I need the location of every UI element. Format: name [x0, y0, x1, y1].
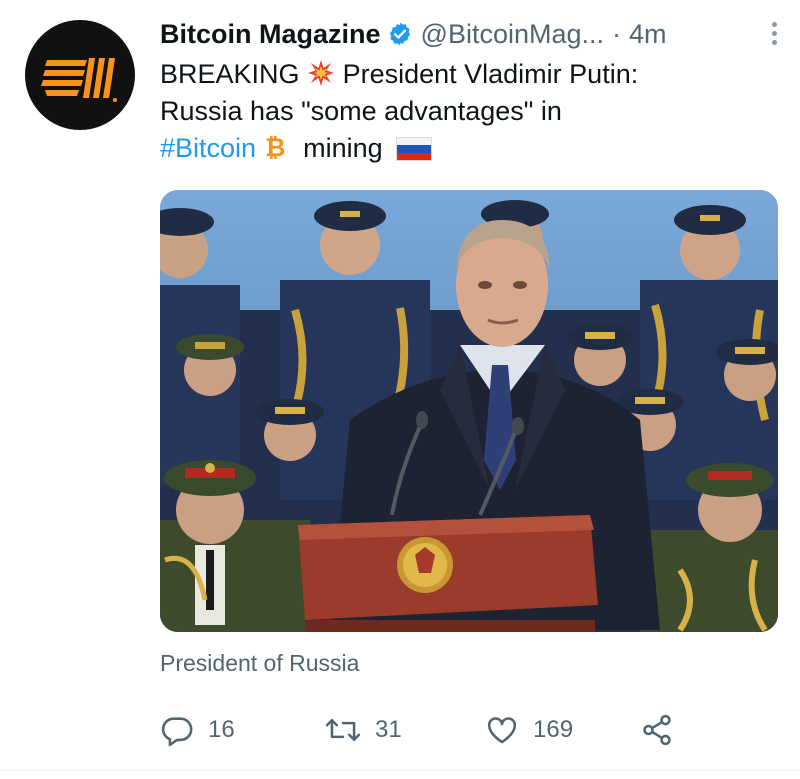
share-button[interactable]	[640, 708, 674, 752]
tweet-line-1: BREAKING President Vladimir Putin:	[160, 56, 780, 93]
tweet-card[interactable]: Bitcoin Magazine @BitcoinMag... · 4m BRE…	[0, 0, 800, 779]
like-button[interactable]: 169	[485, 708, 573, 752]
mining-word: mining	[303, 133, 383, 163]
tweet-header: Bitcoin Magazine @BitcoinMag... · 4m	[160, 14, 780, 54]
hashtag-link[interactable]: #Bitcoin	[160, 133, 256, 163]
svg-text:₿: ₿	[265, 133, 285, 161]
reply-icon	[161, 717, 193, 747]
reply-button[interactable]: 16	[160, 708, 235, 752]
bitcoin-magazine-logo	[41, 58, 117, 102]
breaking-headline: President Vladimir Putin:	[342, 59, 639, 89]
russia-flag-emoji	[396, 137, 433, 161]
like-icon	[487, 717, 517, 744]
retweet-icon	[325, 719, 361, 741]
avatar[interactable]	[25, 20, 135, 130]
tweet-text: BREAKING President Vladimir Putin: Russi…	[160, 56, 780, 167]
divider	[0, 770, 800, 771]
tweet-line-2: Russia has "some advantages" in	[160, 96, 562, 126]
author-name[interactable]: Bitcoin Magazine	[160, 19, 381, 50]
more-icon[interactable]	[770, 22, 778, 48]
retweet-count: 31	[375, 716, 402, 743]
timestamp[interactable]: 4m	[629, 19, 667, 50]
putin-speech-photo	[160, 190, 778, 632]
like-count: 169	[533, 716, 574, 743]
media-source-label[interactable]: President of Russia	[160, 650, 359, 677]
collision-emoji	[308, 60, 335, 86]
tweet-line-3: #Bitcoin ₿ mining	[160, 130, 780, 167]
tweet-photo[interactable]	[160, 190, 778, 632]
share-icon	[643, 714, 671, 746]
author-handle[interactable]: @BitcoinMag...	[421, 19, 604, 50]
bitcoin-emoji: ₿	[265, 133, 285, 161]
separator-dot: ·	[612, 18, 622, 49]
reply-count: 16	[208, 716, 235, 743]
breaking-label: BREAKING	[160, 59, 300, 89]
retweet-button[interactable]: 31	[325, 708, 402, 752]
tweet-actions: 16 31 169	[160, 708, 700, 752]
verified-badge-icon	[389, 22, 410, 46]
